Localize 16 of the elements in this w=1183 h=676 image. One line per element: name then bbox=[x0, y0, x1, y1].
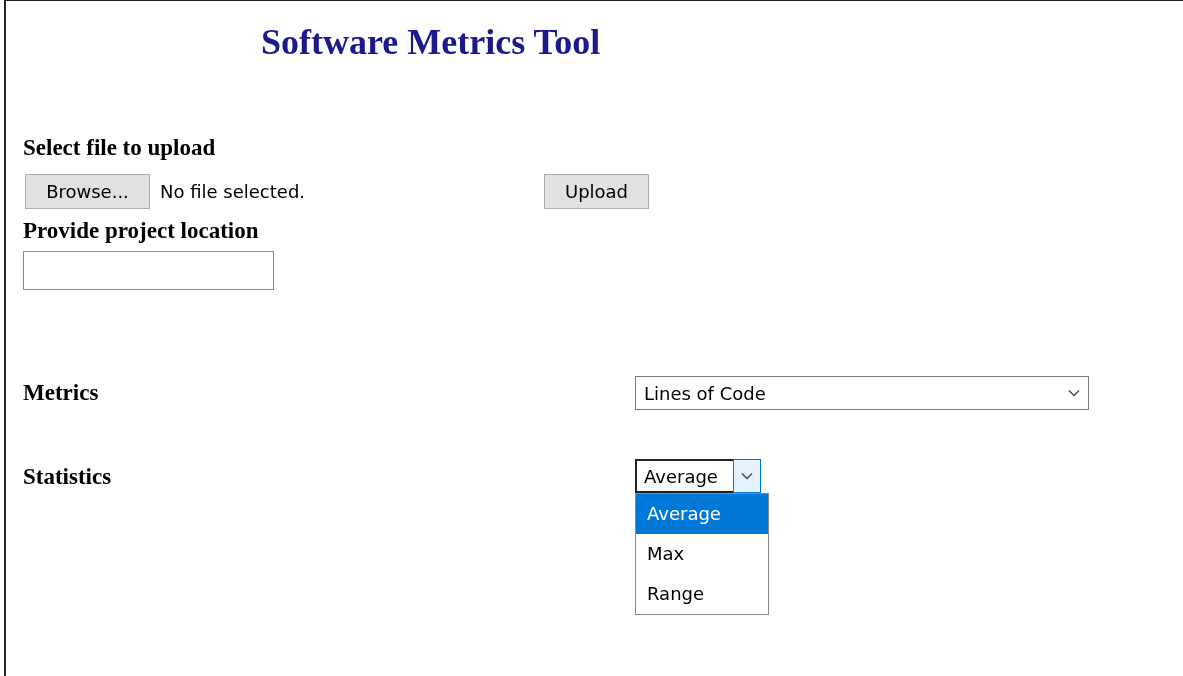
section-label: Provide project location bbox=[23, 217, 260, 245]
chevron-down-icon bbox=[741, 472, 753, 480]
chevron-down-icon bbox=[1068, 389, 1080, 397]
browse-button[interactable]: Browse... bbox=[25, 173, 150, 209]
field-label: Metrics bbox=[23, 379, 100, 407]
project-location-field[interactable] bbox=[23, 251, 274, 290]
field-label: Statistics bbox=[23, 463, 113, 491]
dropdown-option[interactable]: Max bbox=[636, 534, 768, 574]
upload-button[interactable]: Upload bbox=[544, 173, 649, 209]
section-label: Select file to upload bbox=[23, 134, 217, 162]
page-title: Software Metrics Tool bbox=[261, 21, 602, 64]
dropdown-option[interactable]: Range bbox=[636, 574, 768, 614]
statistics-select[interactable]: Average bbox=[635, 459, 761, 493]
metrics-select[interactable]: Lines of Code bbox=[635, 376, 1089, 410]
dropdown-option[interactable]: Average bbox=[636, 494, 768, 534]
file-status: No file selected. bbox=[160, 180, 307, 202]
